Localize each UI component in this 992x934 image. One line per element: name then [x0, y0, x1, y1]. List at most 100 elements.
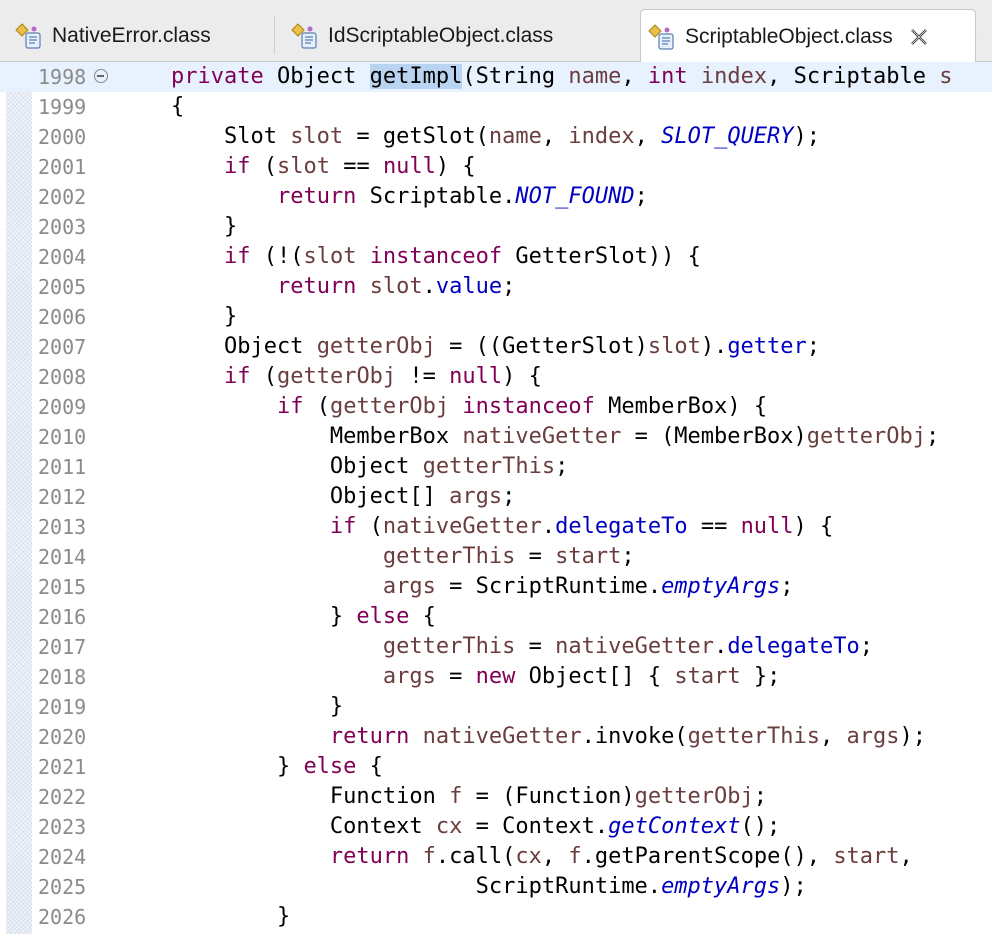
code-text: if (getterObj instanceof MemberBox) {: [118, 392, 767, 422]
code-token: nativeGetter: [462, 424, 622, 449]
code-line[interactable]: 2015 args = ScriptRuntime.emptyArgs;: [0, 572, 992, 602]
code-line[interactable]: 2010 MemberBox nativeGetter = (MemberBox…: [0, 422, 992, 452]
line-number: 2000: [38, 125, 87, 149]
code-token: =: [435, 664, 476, 689]
tab-id-scriptable-object[interactable]: IdScriptableObject.class: [290, 10, 553, 62]
code-token: cx: [515, 844, 542, 869]
tab-label: IdScriptableObject.class: [328, 24, 554, 47]
tab-scriptable-object[interactable]: ScriptableObject.class: [640, 9, 976, 63]
code-token: =: [515, 544, 556, 569]
code-token: Object: [118, 454, 423, 479]
code-token: nativeGetter: [422, 724, 582, 749]
line-number: 2002: [38, 185, 87, 209]
code-token: {: [356, 754, 383, 779]
line-number: 2007: [38, 335, 87, 359]
code-token: else: [356, 604, 410, 629]
code-line[interactable]: 2006 }: [0, 302, 992, 332]
code-line[interactable]: 2022 Function f = (Function)getterObj;: [0, 782, 992, 812]
code-token: nativeGetter: [382, 514, 542, 539]
code-line[interactable]: 2013 if (nativeGetter.delegateTo == null…: [0, 512, 992, 542]
code-token: .call(: [435, 844, 516, 869]
code-token: ,: [541, 844, 569, 869]
code-line[interactable]: 2007 Object getterObj = ((GetterSlot)slo…: [0, 332, 992, 362]
code-line[interactable]: 2017 getterThis = nativeGetter.delegateT…: [0, 632, 992, 662]
code-token: f: [422, 844, 436, 869]
code-token: = ((GetterSlot): [435, 334, 648, 359]
code-line[interactable]: 2005 return slot.value;: [0, 272, 992, 302]
code-line[interactable]: 2009 if (getterObj instanceof MemberBox)…: [0, 392, 992, 422]
code-token: getterObj: [329, 394, 450, 419]
code-token: {: [409, 604, 436, 629]
code-text: Object[] args;: [118, 482, 515, 512]
code-editor[interactable]: 1998 private Object getImpl(String name,…: [0, 62, 992, 934]
code-line[interactable]: 1998 private Object getImpl(String name,…: [0, 62, 992, 92]
code-token: new: [475, 664, 516, 689]
line-number: 2020: [38, 725, 87, 749]
line-number: 2005: [38, 275, 87, 299]
code-line[interactable]: 2004 if (!(slot instanceof GetterSlot)) …: [0, 242, 992, 272]
code-token: }: [118, 694, 344, 719]
code-line[interactable]: 2025 ScriptRuntime.emptyArgs);: [0, 872, 992, 902]
code-token: return: [276, 184, 357, 209]
code-line[interactable]: 2018 args = new Object[] { start };: [0, 662, 992, 692]
code-line[interactable]: 2019 }: [0, 692, 992, 722]
code-line[interactable]: 2021 } else {: [0, 752, 992, 782]
tab-native-error[interactable]: NativeError.class: [14, 10, 211, 62]
line-number: 2006: [38, 305, 87, 329]
class-file-icon: [291, 23, 317, 49]
code-token: int: [647, 64, 688, 89]
code-token: if: [276, 394, 304, 419]
code-line[interactable]: 2003 }: [0, 212, 992, 242]
code-line[interactable]: 2012 Object[] args;: [0, 482, 992, 512]
code-line[interactable]: 2023 Context cx = Context.getContext();: [0, 812, 992, 842]
line-number: 2004: [38, 245, 87, 269]
code-line[interactable]: 2000 Slot slot = getSlot(name, index, SL…: [0, 122, 992, 152]
code-token: ;: [502, 274, 516, 299]
collapse-icon[interactable]: [94, 69, 108, 83]
code-line[interactable]: 2026 }: [0, 902, 992, 932]
code-token: emptyArgs: [661, 874, 781, 899]
code-line[interactable]: 2001 if (slot == null) {: [0, 152, 992, 182]
code-text: Object getterThis;: [118, 452, 568, 482]
code-token: ,: [634, 124, 662, 149]
code-text: }: [118, 212, 237, 242]
code-line[interactable]: 2020 return nativeGetter.invoke(getterTh…: [0, 722, 992, 752]
code-token: (: [250, 154, 277, 179]
code-token: Context: [118, 814, 436, 839]
code-line[interactable]: 2008 if (getterObj != null) {: [0, 362, 992, 392]
code-line[interactable]: 2011 Object getterThis;: [0, 452, 992, 482]
code-token: =: [515, 634, 556, 659]
code-line[interactable]: 2014 getterThis = start;: [0, 542, 992, 572]
code-token: instanceof: [462, 394, 595, 419]
code-token: }: [118, 304, 238, 329]
tab-overflow[interactable]: [982, 10, 992, 62]
code-line[interactable]: 2024 return f.call(cx, f.getParentScope(…: [0, 842, 992, 872]
code-token: !=: [396, 364, 450, 389]
code-token: name: [488, 124, 542, 149]
close-icon[interactable]: [907, 25, 931, 49]
code-token: ;: [634, 184, 648, 209]
code-token: null: [382, 154, 436, 179]
code-token: return: [276, 274, 357, 299]
line-number: 2012: [38, 485, 87, 509]
code-token: Object: [118, 334, 317, 359]
code-token: {: [118, 94, 185, 119]
code-line[interactable]: 1999 {: [0, 92, 992, 122]
code-text: {: [118, 92, 184, 122]
code-token: getterThis: [382, 544, 516, 569]
code-line[interactable]: 2002 return Scriptable.NOT_FOUND;: [0, 182, 992, 212]
code-line[interactable]: 2016 } else {: [0, 602, 992, 632]
code-token: ();: [740, 814, 781, 839]
code-token: );: [780, 874, 807, 899]
line-number: 2024: [38, 845, 87, 869]
code-token: .: [541, 514, 556, 539]
code-token: GetterSlot)) {: [502, 244, 701, 269]
code-token: Function: [118, 784, 450, 809]
code-token: nativeGetter: [555, 634, 715, 659]
